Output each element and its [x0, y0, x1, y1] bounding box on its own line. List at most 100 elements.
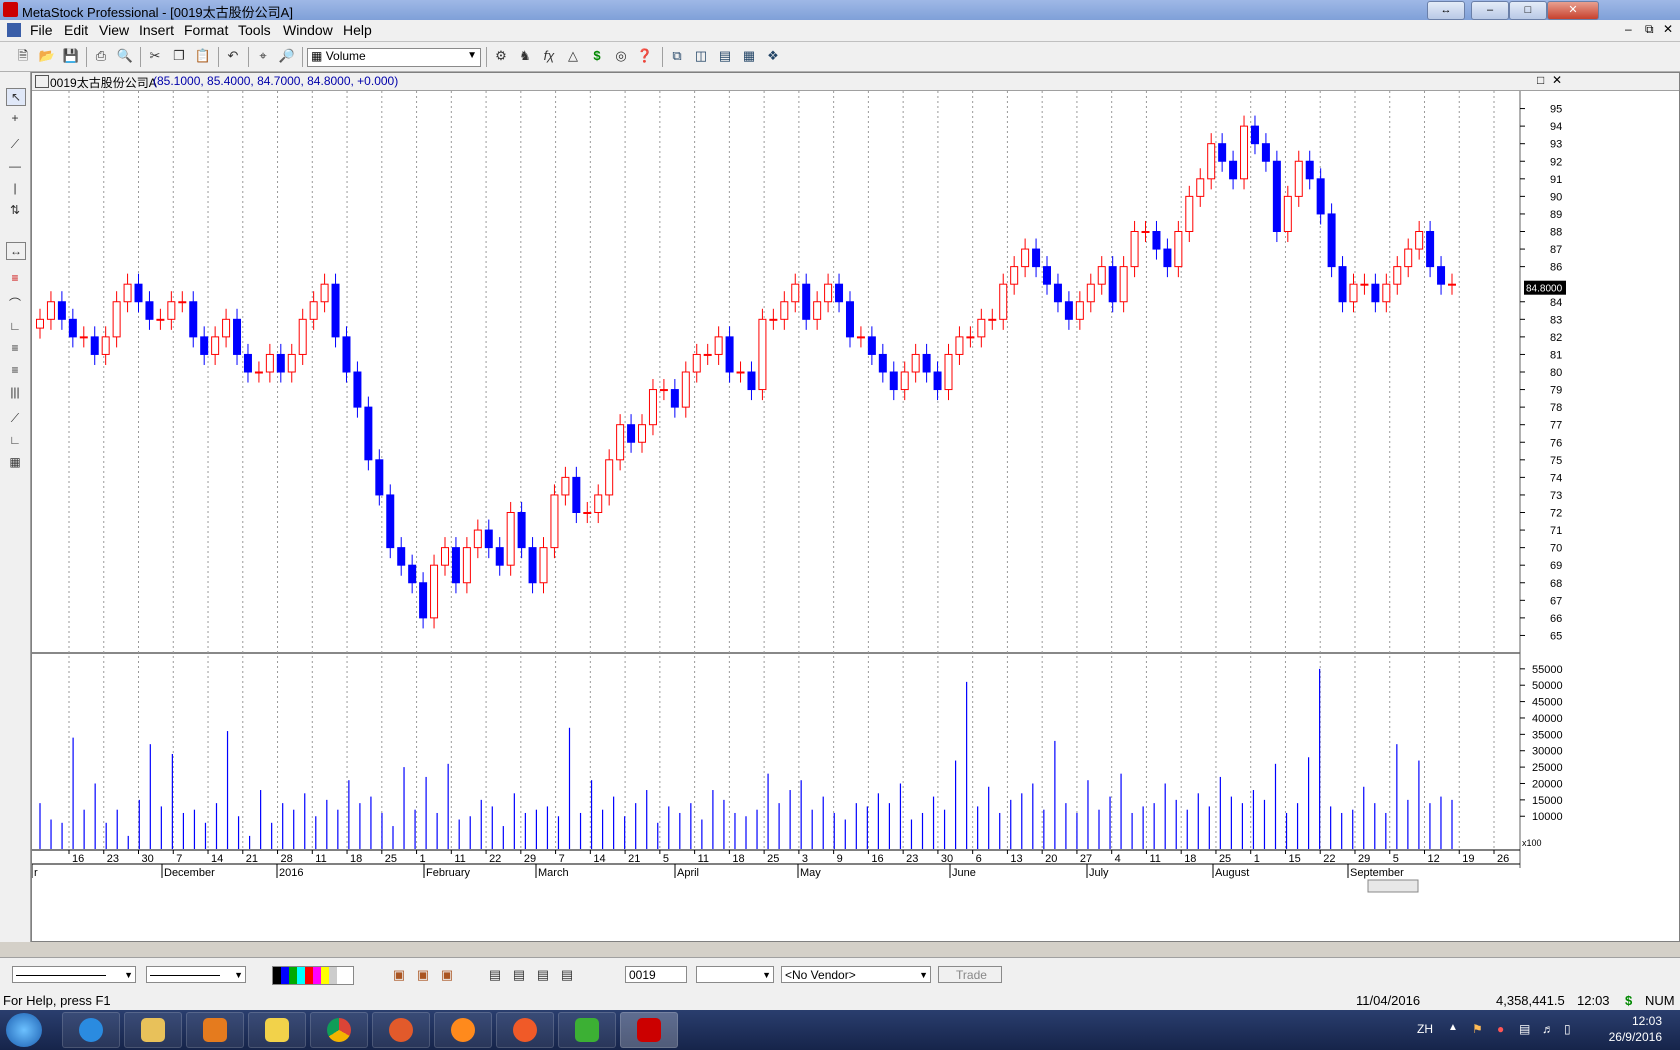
system-tester-icon[interactable]: △: [564, 47, 582, 65]
taskbar-chrome[interactable]: [310, 1012, 368, 1048]
taskbar-explorer[interactable]: [124, 1012, 182, 1048]
indicator-combo[interactable]: ▦ Volume ▼: [307, 48, 481, 67]
zoom-tool-icon[interactable]: ↔: [6, 242, 26, 260]
mdi-restore-button[interactable]: ⧉: [1645, 22, 1654, 37]
app8-icon: [513, 1018, 537, 1042]
volume-icon[interactable]: ♬: [1542, 1022, 1554, 1036]
style-icon-4[interactable]: ▤: [486, 966, 504, 984]
save-icon[interactable]: 💾: [62, 47, 80, 65]
candle-body: [419, 582, 428, 619]
tray-icon-3[interactable]: ▤: [1519, 1022, 1530, 1036]
style-icon-6[interactable]: ▤: [534, 966, 552, 984]
symbol-field[interactable]: 0019: [625, 966, 687, 983]
andrews-pitchfork-icon[interactable]: ∟: [6, 432, 24, 448]
price-volume-chart[interactable]: 16 23 30 7 14 21 28 11 18 25 1 11 22 29 7 14 21 5 11 18 25 3 9…: [32, 73, 1679, 941]
cycle-lines-icon[interactable]: ⇅: [6, 202, 24, 218]
fibonacci-icon[interactable]: ≡: [6, 340, 24, 356]
fan-icon[interactable]: ∟: [6, 318, 24, 334]
print-icon[interactable]: ⎙: [92, 47, 110, 65]
vertical-line-icon[interactable]: |: [6, 180, 24, 196]
mdi-minimize-button[interactable]: –: [1625, 22, 1632, 36]
menu-insert[interactable]: Insert: [139, 22, 174, 38]
horizontal-line-icon[interactable]: —: [6, 158, 24, 174]
price-tick-label: 76: [1550, 437, 1562, 449]
time-zones-icon[interactable]: |||: [6, 384, 24, 400]
cascade-icon[interactable]: ⧉: [668, 47, 686, 65]
menu-edit[interactable]: Edit: [64, 22, 88, 38]
maximize-button[interactable]: □: [1509, 1, 1547, 20]
candle-body: [725, 336, 734, 373]
price-tick-label: 94: [1550, 121, 1562, 133]
close-button[interactable]: ✕: [1547, 1, 1599, 20]
tray-language[interactable]: ZH: [1417, 1022, 1433, 1036]
speed-line-icon[interactable]: ⟋: [6, 410, 24, 426]
tray-icon-5[interactable]: ▯: [1564, 1022, 1571, 1036]
taskbar-metastock[interactable]: [620, 1012, 678, 1048]
pointer-icon[interactable]: ↖: [6, 88, 26, 106]
line-weight-combo[interactable]: ▼: [146, 966, 246, 983]
retracement-icon[interactable]: ≡: [6, 362, 24, 378]
periodicity-combo[interactable]: ▼: [696, 966, 774, 983]
restore-button[interactable]: ↔: [1427, 1, 1465, 20]
menu-tools[interactable]: Tools: [238, 22, 271, 38]
chart-window[interactable]: 0019太古股份公司A (85.1000, 85.4000, 84.7000, …: [31, 72, 1680, 942]
style-icon-1[interactable]: ▣: [390, 966, 408, 984]
menu-window[interactable]: Window: [283, 22, 333, 38]
undo-icon[interactable]: ↶: [224, 47, 242, 65]
expert-icon[interactable]: ⚙: [492, 47, 510, 65]
tile-vertical-icon[interactable]: ◫: [692, 47, 710, 65]
crosshair-tool-icon[interactable]: +: [6, 110, 24, 126]
menu-help[interactable]: Help: [343, 22, 372, 38]
taskbar-firefox[interactable]: [434, 1012, 492, 1048]
gann-grid-icon[interactable]: ▦: [6, 454, 24, 470]
arc-icon[interactable]: ⌒: [6, 296, 24, 312]
tile-horizontal-icon[interactable]: ▤: [716, 47, 734, 65]
menu-file[interactable]: File: [30, 22, 53, 38]
taskbar-clock[interactable]: 12:03 26/9/2016: [1609, 1013, 1662, 1045]
tray-up-arrow-icon[interactable]: ▲: [1448, 1022, 1458, 1033]
open-icon[interactable]: 📂: [38, 47, 56, 65]
candle-body: [758, 318, 767, 391]
minimize-button[interactable]: –: [1471, 1, 1509, 20]
help-pointer-icon[interactable]: ❓: [636, 47, 654, 65]
taskbar-ie[interactable]: [62, 1012, 120, 1048]
start-button[interactable]: [6, 1013, 42, 1047]
price-tick-label: 65: [1550, 630, 1562, 642]
taskbar-app6[interactable]: [372, 1012, 430, 1048]
tray-icon-2[interactable]: ●: [1497, 1022, 1504, 1036]
dollar-icon[interactable]: $: [588, 47, 606, 65]
tile-grid-icon[interactable]: ▦: [740, 47, 758, 65]
copy-icon[interactable]: ❐: [170, 47, 188, 65]
style-icon-3[interactable]: ▣: [438, 966, 456, 984]
new-icon[interactable]: 🗎: [14, 47, 32, 65]
print-preview-icon[interactable]: 🔍: [116, 47, 134, 65]
color-palette[interactable]: [272, 966, 354, 985]
taskbar-app8[interactable]: [496, 1012, 554, 1048]
trendline-icon[interactable]: ⟋: [6, 136, 24, 152]
style-icon-5[interactable]: ▤: [510, 966, 528, 984]
mdi-close-button[interactable]: ✕: [1663, 22, 1673, 36]
vendor-combo[interactable]: <No Vendor> ▼: [781, 966, 931, 983]
taskbar-media[interactable]: [186, 1012, 244, 1048]
line-style-combo[interactable]: ▼: [12, 966, 136, 983]
formula-icon[interactable]: fχ: [540, 47, 558, 65]
arrange-icon[interactable]: ❖: [764, 47, 782, 65]
crosshair-icon[interactable]: ⌖: [254, 47, 272, 65]
document-icon[interactable]: [7, 23, 21, 37]
candle-body: [1316, 178, 1325, 215]
zoom-icon[interactable]: 🔎: [278, 47, 296, 65]
trade-button[interactable]: Trade: [938, 966, 1002, 983]
menu-format[interactable]: Format: [184, 22, 228, 38]
taskbar-wechat[interactable]: [558, 1012, 616, 1048]
paste-icon[interactable]: 📋: [194, 47, 212, 65]
style-icon-7[interactable]: ▤: [558, 966, 576, 984]
binoculars-icon[interactable]: ◎: [612, 47, 630, 65]
tray-icon-1[interactable]: ⚑: [1472, 1022, 1483, 1036]
explorer-icon[interactable]: ♞: [516, 47, 534, 65]
taskbar-notes[interactable]: [248, 1012, 306, 1048]
channel-icon[interactable]: ≡: [6, 270, 24, 286]
cut-icon[interactable]: ✂: [146, 47, 164, 65]
style-icon-2[interactable]: ▣: [414, 966, 432, 984]
menu-view[interactable]: View: [99, 22, 129, 38]
candle-body: [222, 318, 231, 338]
